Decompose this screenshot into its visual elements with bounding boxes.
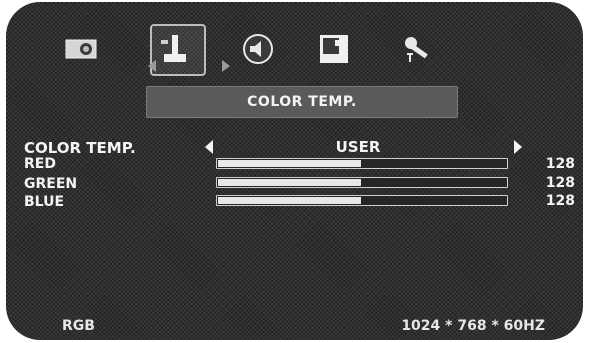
tab-scroll-arrows xyxy=(148,60,230,72)
red-value: 128 xyxy=(545,156,575,172)
setup-tools-icon xyxy=(405,37,428,62)
color-temp-label: COLOR TEMP. xyxy=(24,139,136,157)
color-temp-next-arrow-icon[interactable] xyxy=(514,140,522,154)
tab-left-arrow-icon xyxy=(148,60,156,72)
tab-setup[interactable] xyxy=(399,32,433,66)
color-temp-value[interactable]: USER xyxy=(306,138,410,156)
red-label: RED xyxy=(24,156,56,172)
page-title: COLOR TEMP. xyxy=(146,86,458,118)
red-slider[interactable] xyxy=(216,158,508,169)
tab-right-arrow-icon xyxy=(222,60,230,72)
color-temp-prev-arrow-icon[interactable] xyxy=(205,140,213,154)
green-label: GREEN xyxy=(24,176,78,192)
blue-slider-fill xyxy=(218,197,361,204)
audio-icon xyxy=(243,34,273,64)
tab-picture[interactable] xyxy=(64,32,98,66)
blue-label: BLUE xyxy=(24,194,65,210)
resolution-readout: 1024 * 768 * 60HZ xyxy=(401,318,545,334)
signal-type: RGB xyxy=(62,318,95,334)
picture-icon xyxy=(65,39,97,59)
blue-value: 128 xyxy=(545,193,575,209)
tab-audio[interactable] xyxy=(241,32,275,66)
red-slider-fill xyxy=(218,160,361,167)
green-value: 128 xyxy=(545,175,575,191)
tab-window[interactable] xyxy=(317,32,351,66)
green-slider-fill xyxy=(218,179,361,186)
osd-menu: COLOR TEMP. COLOR TEMP. USER RED 128 GRE… xyxy=(6,2,583,340)
green-slider[interactable] xyxy=(216,177,508,188)
window-position-icon xyxy=(320,35,348,63)
blue-slider[interactable] xyxy=(216,195,508,206)
